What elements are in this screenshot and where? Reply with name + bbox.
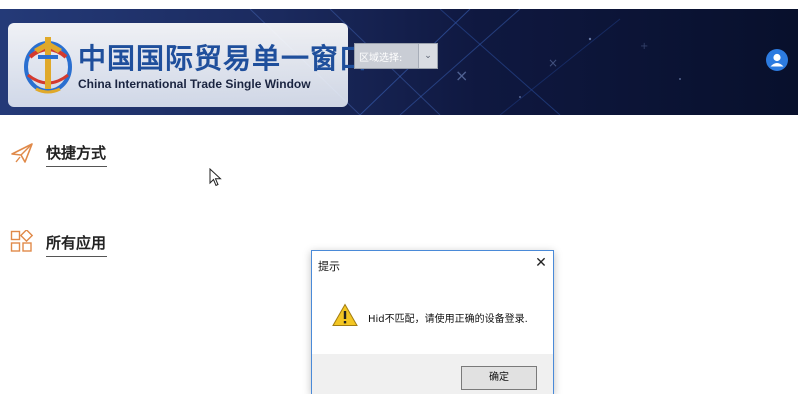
region-select-label: 区域选择: bbox=[359, 53, 403, 64]
header-banner: × × + 中国国际贸易单一窗口 China International Tra… bbox=[0, 9, 798, 115]
dialog-message: Hid不匹配，请使用正确的设备登录. bbox=[368, 314, 528, 325]
region-select[interactable]: 区域选择: ⌄ bbox=[354, 43, 438, 69]
all-apps-underline bbox=[46, 256, 107, 257]
page: × × + 中国国际贸易单一窗口 China International Tra… bbox=[0, 0, 798, 394]
site-title-en: China International Trade Single Window bbox=[78, 77, 311, 91]
paper-plane-icon bbox=[11, 143, 33, 163]
warning-icon bbox=[332, 303, 358, 326]
svg-text:×: × bbox=[548, 56, 558, 70]
dialog-title: 提示 bbox=[318, 260, 340, 273]
apps-grid-icon bbox=[10, 230, 34, 252]
shortcuts-underline bbox=[46, 166, 107, 167]
dialog-footer: 确定 bbox=[312, 354, 553, 394]
ok-button[interactable]: 确定 bbox=[461, 366, 537, 390]
svg-text:+: + bbox=[640, 41, 648, 52]
close-icon[interactable]: ✕ bbox=[531, 254, 551, 272]
shortcuts-title[interactable]: 快捷方式 bbox=[46, 142, 106, 163]
chevron-down-icon[interactable]: ⌄ bbox=[418, 44, 437, 68]
all-apps-title[interactable]: 所有应用 bbox=[46, 232, 106, 253]
logo-panel[interactable]: 中国国际贸易单一窗口 China International Trade Sin… bbox=[8, 23, 367, 107]
customs-emblem-icon bbox=[24, 37, 72, 94]
site-title-cn: 中国国际贸易单一窗口 bbox=[78, 42, 369, 75]
alert-dialog: 提示 ✕ Hid不匹配，请使用正确的设备登录. 确定 bbox=[311, 250, 554, 394]
svg-text:×: × bbox=[455, 66, 468, 85]
mouse-cursor-icon bbox=[209, 168, 222, 187]
user-icon[interactable] bbox=[766, 49, 788, 71]
